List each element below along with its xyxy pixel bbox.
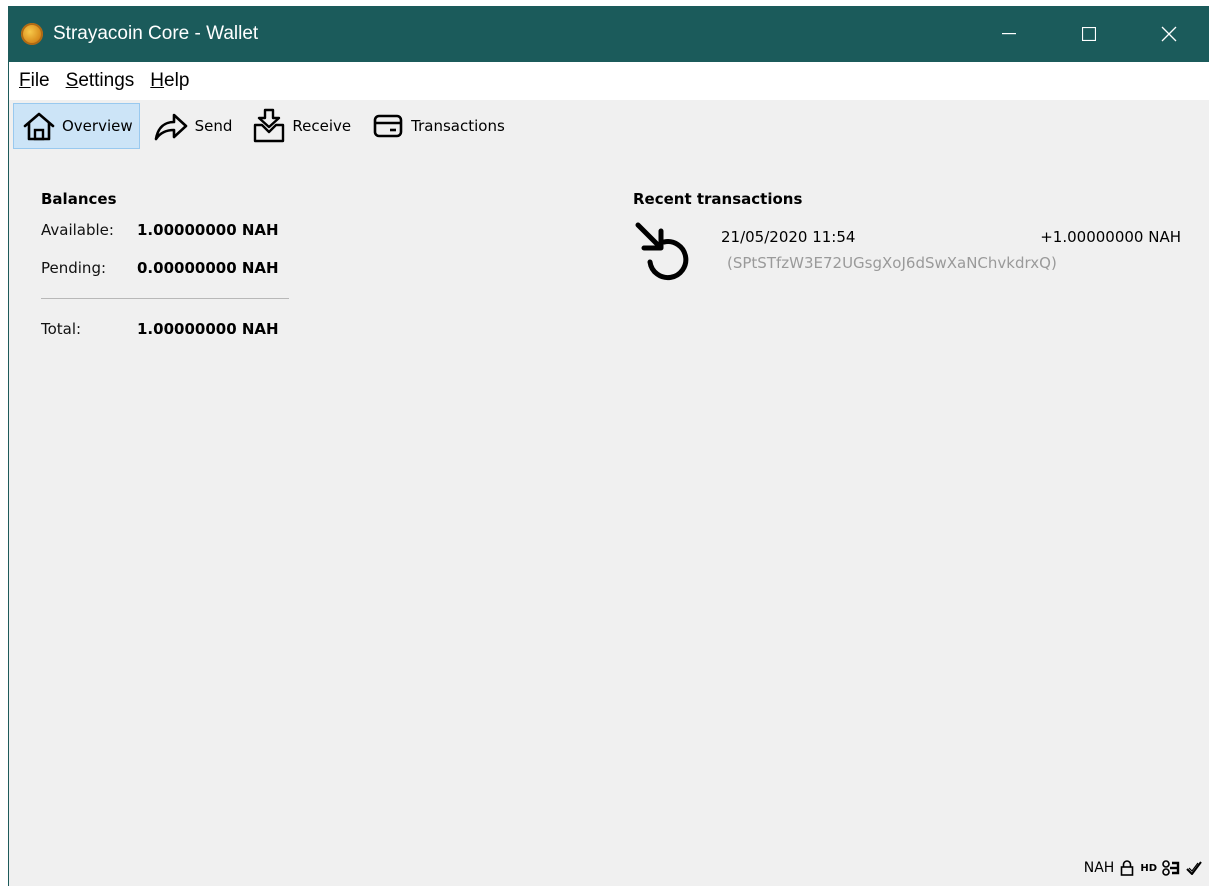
- tab-transactions[interactable]: Transactions: [362, 103, 512, 149]
- menu-help[interactable]: Help: [144, 70, 195, 92]
- pending-balance-row: Pending: 0.00000000 NAH: [41, 256, 301, 280]
- menu-file[interactable]: File: [13, 70, 56, 92]
- available-balance-row: Available: 1.00000000 NAH: [41, 218, 301, 242]
- total-value: 1.00000000 NAH: [137, 320, 279, 338]
- close-button[interactable]: [1129, 6, 1209, 62]
- available-label: Available:: [41, 221, 114, 239]
- pending-value: 0.00000000 NAH: [137, 259, 279, 277]
- tab-receive-label: Receive: [292, 117, 352, 135]
- title-bar: Strayacoin Core - Wallet: [9, 6, 1209, 62]
- received-transaction-icon: [635, 222, 689, 281]
- pending-label: Pending:: [41, 259, 107, 277]
- card-icon: [373, 114, 403, 138]
- receive-inbox-icon: [254, 108, 285, 143]
- status-bar: NAH HD: [1084, 860, 1203, 876]
- tab-overview-label: Overview: [62, 117, 133, 135]
- balances-title: Balances: [41, 190, 117, 208]
- send-arrow-icon: [154, 113, 187, 141]
- transaction-date: 21/05/2020 11:54: [721, 228, 856, 246]
- minimize-button[interactable]: [969, 6, 1049, 62]
- transaction-amount: +1.00000000 NAH: [1040, 228, 1181, 246]
- maximize-icon: [1082, 27, 1096, 41]
- tab-receive[interactable]: Receive: [243, 103, 358, 149]
- tab-transactions-label: Transactions: [411, 117, 505, 135]
- unit-selector[interactable]: NAH: [1084, 860, 1115, 876]
- maximize-button[interactable]: [1049, 6, 1129, 62]
- close-icon: [1161, 26, 1177, 42]
- window-controls: [969, 6, 1209, 62]
- total-balance-row: Total: 1.00000000 NAH: [41, 317, 301, 341]
- available-value: 1.00000000 NAH: [137, 221, 279, 239]
- transaction-item[interactable]: 21/05/2020 11:54 +1.00000000 NAH (SPtSTf…: [633, 220, 1193, 300]
- network-icon: [1162, 860, 1180, 876]
- tab-send-label: Send: [194, 117, 233, 135]
- recent-transactions-panel: Recent transactions 21/05/2020 11:54 +1.…: [633, 190, 1193, 300]
- tab-send[interactable]: Send: [144, 103, 240, 149]
- total-label: Total:: [41, 320, 82, 338]
- toolbar: Overview Send Receive Transactions: [9, 100, 1209, 152]
- balances-panel: Balances Available: 1.00000000 NAH Pendi…: [41, 190, 301, 341]
- strayacoin-logo-icon: [21, 23, 43, 45]
- hd-icon: HD: [1140, 862, 1157, 874]
- menu-settings[interactable]: Settings: [60, 70, 141, 92]
- lock-icon: [1121, 860, 1134, 876]
- synced-check-icon: [1186, 861, 1202, 875]
- minimize-icon: [1002, 33, 1016, 35]
- balance-divider: [41, 298, 289, 299]
- home-icon: [23, 112, 55, 141]
- transaction-address: (SPtSTfzW3E72UGsgXoJ6dSwXaNChvkdrxQ): [727, 254, 1057, 272]
- tab-overview[interactable]: Overview: [13, 103, 140, 149]
- recent-transactions-title: Recent transactions: [633, 190, 803, 208]
- wallet-window: Strayacoin Core - Wallet File Settings H…: [8, 6, 1209, 886]
- menu-bar: File Settings Help: [9, 62, 1209, 100]
- window-title: Strayacoin Core - Wallet: [53, 23, 259, 44]
